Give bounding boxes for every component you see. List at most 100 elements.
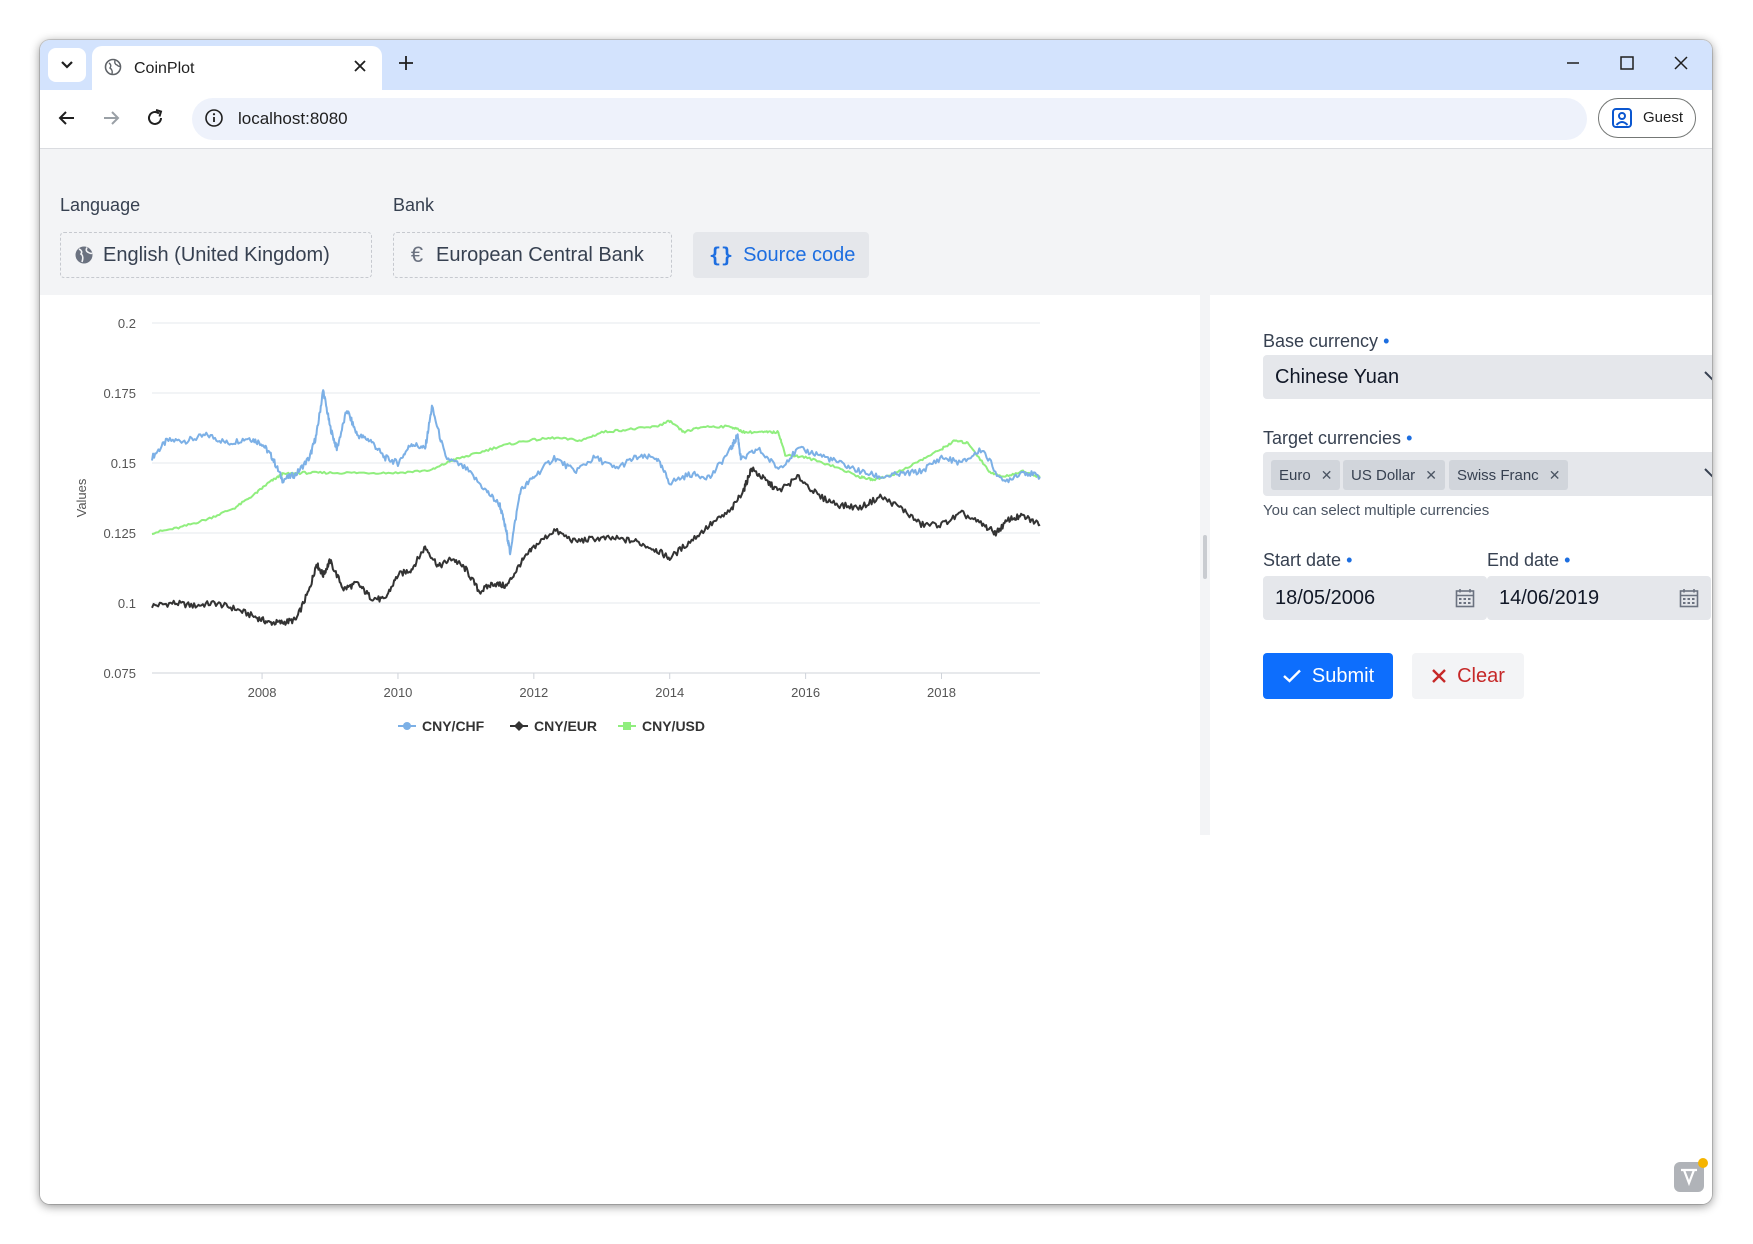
currency-form: Base currency • Chinese Yuan Target curr… <box>1210 295 1712 835</box>
x-tick-label: 2012 <box>519 685 548 700</box>
currency-chip-swiss-franc: Swiss Franc ✕ <box>1449 460 1569 490</box>
source-code-label: Source code <box>743 243 856 266</box>
tab-title: CoinPlot <box>134 60 195 77</box>
bank-label: Bank <box>393 195 435 215</box>
panel-divider <box>1200 295 1210 835</box>
target-currencies-label-text: Target currencies <box>1263 428 1402 448</box>
start-date-value: 18/05/2006 <box>1275 587 1376 609</box>
calendar-icon[interactable] <box>1679 588 1699 613</box>
settings-bar: Language English (United Kingdom) Bank €… <box>40 149 1712 295</box>
new-tab-icon[interactable] <box>396 53 416 78</box>
base-currency-label: Base currency • <box>1263 331 1389 352</box>
target-help-text: You can select multiple currencies <box>1263 502 1490 519</box>
y-tick-label: 0.15 <box>111 456 136 471</box>
language-label: Language <box>60 195 141 215</box>
y-tick-label: 0.2 <box>118 316 136 331</box>
required-marker: • <box>1383 331 1390 351</box>
chip-label: US Dollar <box>1351 466 1416 484</box>
x-tick-label: 2018 <box>927 685 956 700</box>
close-icon[interactable] <box>352 58 368 79</box>
legend-marker <box>623 722 631 730</box>
required-marker: • <box>1346 550 1353 570</box>
clear-label: Clear <box>1457 664 1505 687</box>
x-tick-label: 2014 <box>655 685 684 700</box>
end-date-label-text: End date <box>1487 550 1560 570</box>
url-text: localhost:8080 <box>238 109 348 128</box>
currency-chip-euro: Euro ✕ <box>1271 460 1341 490</box>
y-tick-label: 0.075 <box>103 666 136 681</box>
chevron-down-icon <box>61 61 73 69</box>
address-bar[interactable]: localhost:8080 <box>192 98 1587 140</box>
site-info-icon[interactable] <box>204 108 224 133</box>
exchange-rate-chart: 0.2 0.175 0.15 0.125 0.1 0.075 2008 2010 2012 201… <box>74 316 1041 734</box>
target-currencies-label: Target currencies • <box>1263 428 1412 449</box>
legend-label: CNY/EUR <box>534 718 597 734</box>
profile-label: Guest <box>1643 109 1684 126</box>
chip-label: Swiss Franc <box>1457 466 1539 484</box>
chart-panel: 0.2 0.175 0.15 0.125 0.1 0.075 2008 2010 2012 201… <box>40 295 1200 835</box>
profile-icon <box>1611 107 1633 134</box>
chip-label: Euro <box>1279 466 1311 484</box>
end-date-input[interactable]: 14/06/2019 <box>1487 576 1711 620</box>
chevron-down-icon <box>1703 466 1712 484</box>
clear-button[interactable]: Clear <box>1412 653 1524 699</box>
language-value: English (United Kingdom) <box>103 243 330 266</box>
base-currency-label-text: Base currency <box>1263 331 1379 351</box>
browser-toolbar: localhost:8080 Guest <box>40 90 1712 149</box>
maximize-icon[interactable] <box>1618 54 1636 77</box>
legend-marker <box>514 721 524 731</box>
profile-button[interactable]: Guest <box>1598 98 1696 138</box>
euro-icon: € <box>410 242 424 267</box>
y-tick-label: 0.1 <box>118 596 136 611</box>
tab-search-button[interactable] <box>48 48 86 82</box>
remove-chip-icon[interactable]: ✕ <box>1425 467 1437 484</box>
x-icon <box>1432 669 1446 683</box>
chevron-down-icon <box>1703 369 1712 387</box>
notification-widget[interactable] <box>1674 1158 1708 1192</box>
remove-chip-icon[interactable]: ✕ <box>1549 467 1561 484</box>
x-tick-label: 2016 <box>791 685 820 700</box>
series-line-cny-eur <box>151 466 1041 626</box>
resize-handle[interactable] <box>1203 535 1207 579</box>
start-date-label: Start date • <box>1263 550 1352 571</box>
braces-icon: {} <box>709 243 734 267</box>
reload-icon[interactable] <box>144 107 166 134</box>
check-icon <box>1283 669 1301 683</box>
globe-icon <box>104 58 122 81</box>
bank-value: European Central Bank <box>436 243 644 266</box>
target-currencies-select[interactable]: Euro ✕ US Dollar ✕ Swiss Franc ✕ <box>1263 452 1712 496</box>
x-tick-label: 2008 <box>248 685 277 700</box>
globe-icon <box>73 245 95 265</box>
tab-strip: CoinPlot <box>40 40 1712 90</box>
y-tick-label: 0.125 <box>103 526 136 541</box>
x-tick-label: 2010 <box>383 685 412 700</box>
bank-select[interactable]: € European Central Bank <box>393 232 672 278</box>
required-marker: • <box>1406 428 1413 448</box>
calendar-icon[interactable] <box>1455 588 1475 613</box>
minimize-icon[interactable] <box>1564 54 1582 77</box>
y-tick-label: 0.175 <box>103 386 136 401</box>
source-code-button[interactable]: {} Source code <box>693 232 869 278</box>
language-select[interactable]: English (United Kingdom) <box>60 232 372 278</box>
base-currency-value: Chinese Yuan <box>1275 366 1400 388</box>
remove-chip-icon[interactable]: ✕ <box>1321 467 1333 484</box>
required-marker: • <box>1564 550 1571 570</box>
browser-tab[interactable]: CoinPlot <box>92 46 382 90</box>
forward-arrow-icon[interactable] <box>100 107 122 134</box>
base-currency-select[interactable]: Chinese Yuan <box>1263 355 1712 399</box>
end-date-label: End date • <box>1487 550 1570 571</box>
start-date-input[interactable]: 18/05/2006 <box>1263 576 1487 620</box>
currency-chip-us-dollar: US Dollar ✕ <box>1343 460 1445 490</box>
series-line-cny-usd <box>151 419 1041 536</box>
submit-button[interactable]: Submit <box>1263 653 1393 699</box>
end-date-value: 14/06/2019 <box>1499 587 1600 609</box>
app-page: Language English (United Kingdom) Bank €… <box>40 149 1712 1204</box>
series-line-cny-chf <box>151 389 1041 556</box>
legend-label: CNY/USD <box>642 718 705 734</box>
back-arrow-icon[interactable] <box>56 107 78 134</box>
legend-label: CNY/CHF <box>422 718 485 734</box>
window-close-icon[interactable] <box>1672 54 1690 77</box>
browser-window: CoinPlot localhost:8080 Guest Language E… <box>40 40 1712 1204</box>
y-axis-label: Values <box>74 478 89 517</box>
start-date-label-text: Start date <box>1263 550 1342 570</box>
